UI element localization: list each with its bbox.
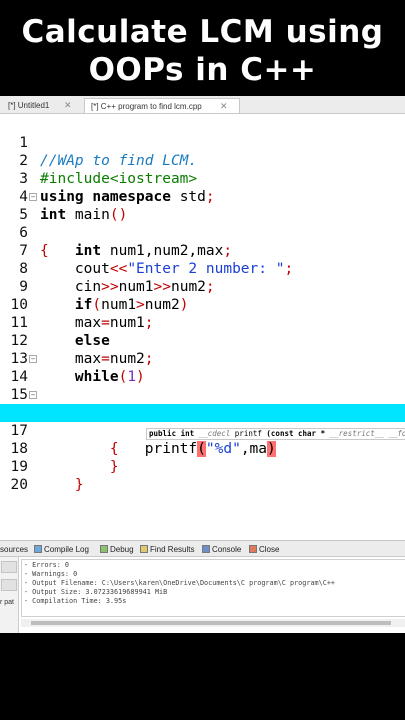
code-line: 10 max=num1; xyxy=(0,278,405,331)
tab-lcm-cpp[interactable]: [*] C++ program to find lcm.cpp ✕ xyxy=(84,98,240,113)
side-label: r pat xyxy=(0,599,15,606)
close-icon[interactable]: ✕ xyxy=(64,98,72,113)
function-signature-tooltip: public int __cdecl printf (const char * … xyxy=(146,428,405,440)
tooltip-text: printf xyxy=(234,429,262,438)
compile-log-panel: r pat - Errors: 0 - Warnings: 0 - Output… xyxy=(0,557,405,633)
console-icon xyxy=(202,545,210,553)
tab-label: Compile Log xyxy=(44,545,89,554)
tab-label: [*] Untitled1 xyxy=(8,101,50,110)
code-line: 5 − { xyxy=(0,188,405,259)
code-line: 14 − { xyxy=(0,350,405,421)
code-line: 12 max=num2; xyxy=(0,314,405,367)
tooltip-text: (const char * xyxy=(261,429,330,438)
video-title-line-1: Calculate LCM using xyxy=(21,14,384,50)
close-panel-icon xyxy=(249,545,257,553)
tab-debug[interactable]: Debug xyxy=(100,543,134,556)
find-results-icon xyxy=(140,545,148,553)
side-button[interactable] xyxy=(1,561,17,573)
log-line: - Output Size: 3.07233619689941 MiB xyxy=(24,588,168,596)
code-line: 3 using namespace std; xyxy=(0,152,405,205)
code-line: 15 if(max%num1==0&&max%num2==0) xyxy=(0,368,405,421)
log-line: - Warnings: 0 xyxy=(24,570,78,578)
fold-minus-icon[interactable]: − xyxy=(29,391,37,399)
code-line: 2 #include<iostream> xyxy=(0,134,405,187)
tab-sources[interactable]: sources xyxy=(0,543,28,556)
debug-icon xyxy=(100,545,108,553)
code-line: 7 cout<<"Enter 2 number: "; xyxy=(0,224,405,277)
close-icon[interactable]: ✕ xyxy=(220,99,228,114)
editor-tab-bar: [*] Untitled1 ✕ [*] C++ program to find … xyxy=(0,96,405,114)
tooltip-text: __restrict__ xyxy=(329,429,384,438)
tab-find-results[interactable]: Find Results xyxy=(140,543,194,556)
tab-console[interactable]: Console xyxy=(202,543,241,556)
code-line: 4 int main() xyxy=(0,170,405,223)
tab-label: Console xyxy=(212,545,242,554)
tab-label: [*] C++ program to find lcm.cpp xyxy=(91,102,202,111)
tab-label: Find Results xyxy=(150,545,195,554)
tab-label: Close xyxy=(259,545,280,554)
code-editor[interactable]: 1 //WAp to find LCM. 2 #include<iostream… xyxy=(0,114,405,494)
video-title-banner: Calculate LCM using OOPs in C++ xyxy=(0,0,405,96)
horizontal-scrollbar[interactable] xyxy=(21,619,405,627)
scrollbar-thumb[interactable] xyxy=(31,621,391,625)
code-line: 8 cin>>num1>>num2; xyxy=(0,242,405,295)
tab-close[interactable]: Close xyxy=(249,543,279,556)
tab-compile-log[interactable]: Compile Log xyxy=(34,543,89,556)
tooltip-text: __form xyxy=(388,429,405,438)
tab-untitled1[interactable]: [*] Untitled1 ✕ xyxy=(2,98,80,113)
compile-log-icon xyxy=(34,545,42,553)
side-button[interactable] xyxy=(1,579,17,591)
code-line: 19 } xyxy=(0,440,405,493)
tooltip-keyword: public int xyxy=(149,429,195,438)
video-title-line-2: OOPs in C++ xyxy=(88,52,317,88)
code-line: 13 while(1) xyxy=(0,332,405,385)
bottom-panel-tabs: sources Compile Log Debug Find Results C… xyxy=(0,540,405,557)
fold-minus-icon[interactable]: − xyxy=(29,355,37,363)
code-line: 6 int num1,num2,max; xyxy=(0,206,405,259)
tab-label: Debug xyxy=(110,545,134,554)
compile-log-output[interactable]: - Errors: 0 - Warnings: 0 - Output Filen… xyxy=(21,559,405,617)
line-number: 20 xyxy=(10,477,28,493)
fold-minus-icon[interactable]: − xyxy=(29,193,37,201)
bracket: } xyxy=(74,477,84,493)
code-line: 20 } xyxy=(0,458,405,493)
code-line: 1 //WAp to find LCM. xyxy=(0,116,405,169)
log-line: - Compilation Time: 3.95s xyxy=(24,597,127,605)
ide-window: [*] Untitled1 ✕ [*] C++ program to find … xyxy=(0,96,405,633)
code-line: 16 − { xyxy=(0,386,405,457)
code-line: 9 if(num1>num2) xyxy=(0,260,405,313)
log-line: - Output Filename: C:\Users\karen\OneDri… xyxy=(24,579,335,587)
log-line: - Errors: 0 xyxy=(24,561,70,569)
code-line-current: 17 printf("%d",ma) xyxy=(0,404,405,457)
tooltip-text: __cdecl xyxy=(194,429,235,438)
code-line: 11 else xyxy=(0,296,405,349)
log-side-toolbar: r pat xyxy=(0,557,19,633)
